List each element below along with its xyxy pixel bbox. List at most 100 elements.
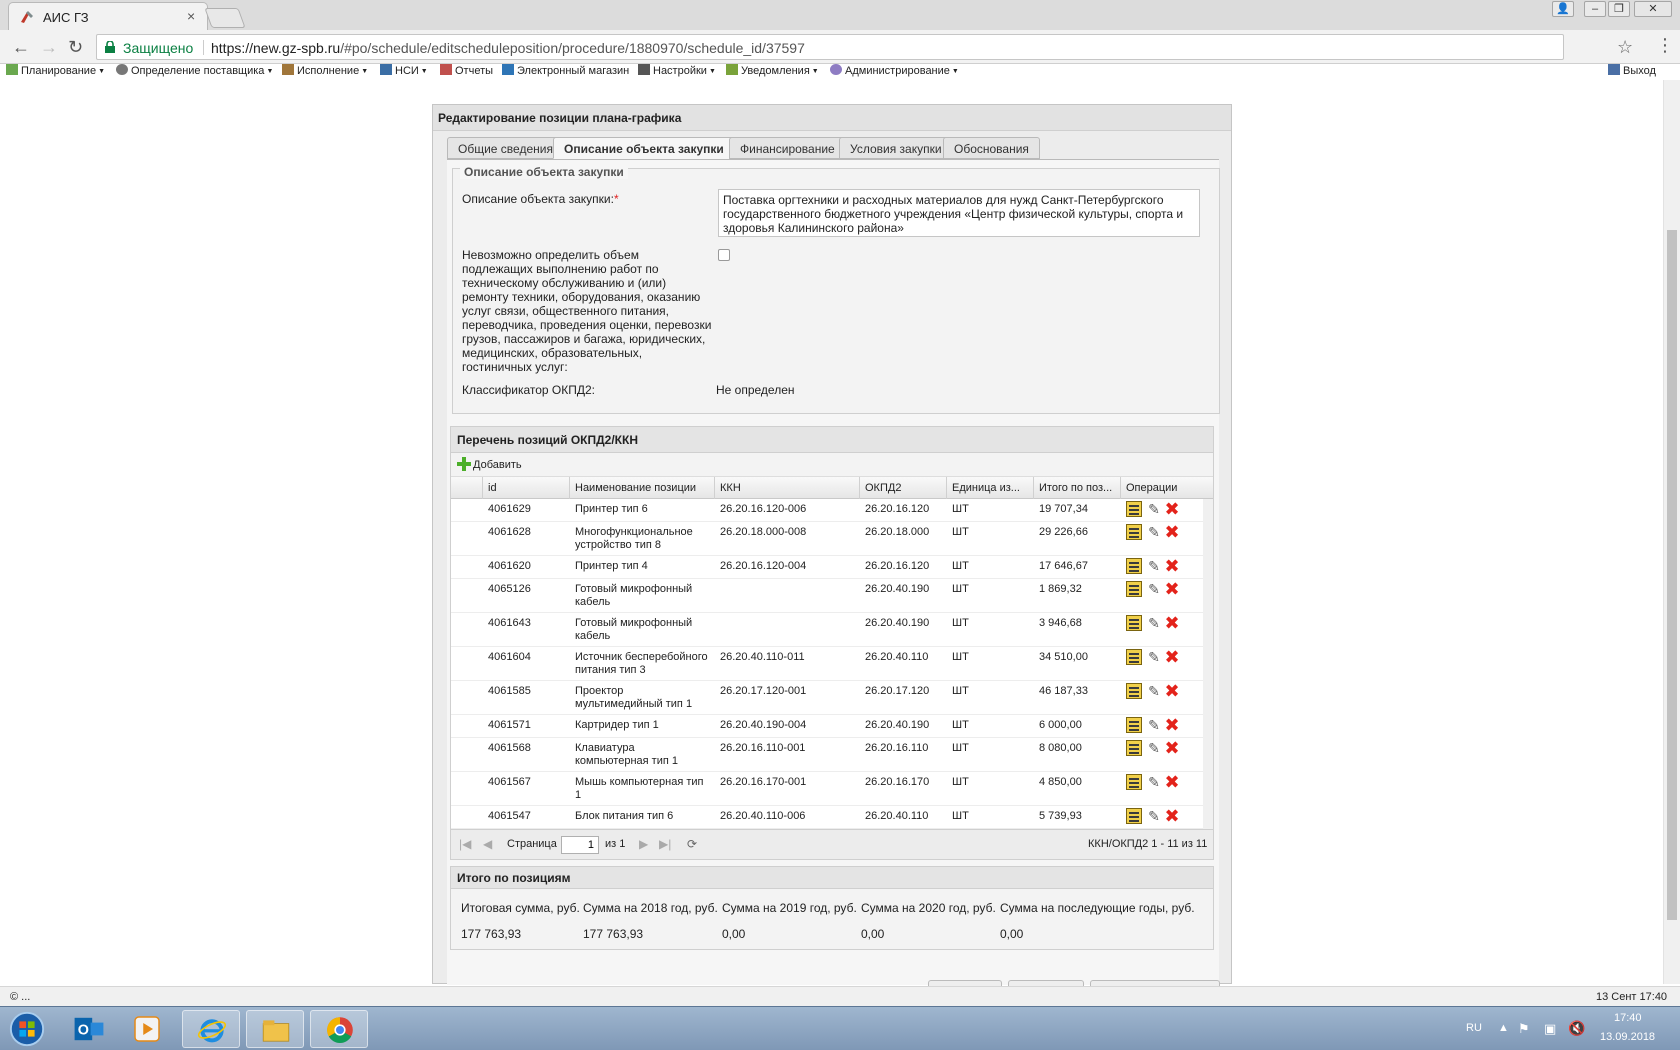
page-scrollbar-thumb[interactable]: [1667, 230, 1677, 920]
taskbar-explorer[interactable]: [246, 1010, 304, 1048]
menu-item-settings[interactable]: Настройки ▼: [638, 64, 716, 77]
tab-conditions[interactable]: Условия закупки: [839, 137, 953, 159]
table-row[interactable]: 4061585 Проектор мультимедийный тип 1 26.2…: [451, 681, 1213, 715]
column-header-unit[interactable]: Единица из...: [947, 477, 1034, 499]
delete-icon[interactable]: ✖: [1164, 648, 1180, 666]
browser-menu-icon[interactable]: ⋮: [1656, 36, 1674, 54]
menu-item-eshop[interactable]: Электронный магазин: [502, 64, 629, 77]
view-document-icon[interactable]: [1126, 615, 1142, 631]
column-header-okpd[interactable]: ОКПД2: [860, 477, 947, 499]
view-document-icon[interactable]: [1126, 740, 1142, 756]
table-row[interactable]: 4065126 Готовый микрофонный кабель 26.20.4…: [451, 579, 1213, 613]
reload-icon[interactable]: ↻: [68, 38, 83, 56]
table-row[interactable]: 4061567 Мышь компьютерная тип 1 26.20.16.1…: [451, 772, 1213, 806]
first-page-icon[interactable]: |◀: [459, 837, 471, 851]
delete-icon[interactable]: ✖: [1164, 500, 1180, 518]
table-row[interactable]: 4061643 Готовый микрофонный кабель 26.20.4…: [451, 613, 1213, 647]
tab-description[interactable]: Описание объекта закупки: [553, 137, 735, 159]
menu-item-planning[interactable]: Планирование ▼: [6, 64, 105, 77]
taskbar-media[interactable]: [118, 1010, 176, 1048]
table-row[interactable]: 4061547 Блок питания тип 6 26.20.40.110-00…: [451, 806, 1213, 829]
edit-pencil-icon[interactable]: ✎: [1146, 683, 1162, 699]
description-textarea[interactable]: Поставка оргтехники и расходных материал…: [718, 189, 1200, 237]
edit-pencil-icon[interactable]: ✎: [1146, 774, 1162, 790]
delete-icon[interactable]: ✖: [1164, 739, 1180, 757]
edit-pencil-icon[interactable]: ✎: [1146, 501, 1162, 517]
view-document-icon[interactable]: [1126, 581, 1142, 597]
refresh-icon[interactable]: ⟳: [687, 837, 697, 851]
menu-item-supplier[interactable]: Определение поставщика ▼: [116, 64, 273, 77]
exit-link[interactable]: Выход: [1608, 64, 1656, 77]
menu-item-nsi[interactable]: НСИ ▼: [380, 64, 428, 77]
column-header-id[interactable]: id: [483, 477, 570, 499]
table-row[interactable]: 4061620 Принтер тип 4 26.20.16.120-004 26.2…: [451, 556, 1213, 579]
table-row[interactable]: 4061568 Клавиатура компьютерная тип 1 26.2…: [451, 738, 1213, 772]
tab-general[interactable]: Общие сведения: [447, 137, 564, 159]
start-button[interactable]: [2, 1010, 52, 1048]
menu-item-reports[interactable]: Отчеты: [440, 64, 493, 77]
delete-icon[interactable]: ✖: [1164, 682, 1180, 700]
view-document-icon[interactable]: [1126, 524, 1142, 540]
new-tab-button[interactable]: [204, 8, 246, 28]
table-row[interactable]: 4061628 Многофункциональное устройство ти…: [451, 522, 1213, 556]
show-hidden-icons[interactable]: ▲: [1498, 1022, 1509, 1034]
volume-undetermined-checkbox[interactable]: [718, 249, 730, 261]
next-page-icon[interactable]: ▶: [639, 837, 648, 851]
back-icon[interactable]: ←: [12, 38, 30, 56]
taskbar-outlook[interactable]: O: [60, 1010, 118, 1048]
column-header-name[interactable]: Наименование позиции: [570, 477, 715, 499]
taskbar-ie[interactable]: [182, 1010, 240, 1048]
tab-financing[interactable]: Финансирование: [729, 137, 846, 159]
edit-pencil-icon[interactable]: ✎: [1146, 740, 1162, 756]
view-document-icon[interactable]: [1126, 774, 1142, 790]
edit-pencil-icon[interactable]: ✎: [1146, 558, 1162, 574]
delete-icon[interactable]: ✖: [1164, 716, 1180, 734]
column-header-total[interactable]: Итого по поз...: [1034, 477, 1121, 499]
add-button[interactable]: Добавить: [457, 457, 522, 471]
view-document-icon[interactable]: [1126, 501, 1142, 517]
page-scrollbar[interactable]: [1663, 80, 1680, 984]
view-document-icon[interactable]: [1126, 717, 1142, 733]
edit-pencil-icon[interactable]: ✎: [1146, 581, 1162, 597]
table-row[interactable]: 4061571 Картридер тип 1 26.20.40.190-004 26…: [451, 715, 1213, 738]
edit-pencil-icon[interactable]: ✎: [1146, 615, 1162, 631]
column-header-kkn[interactable]: ККН: [715, 477, 860, 499]
table-row[interactable]: 4061604 Источник бесперебойного питания т…: [451, 647, 1213, 681]
volume-icon[interactable]: 🔇: [1568, 1020, 1585, 1037]
edit-pencil-icon[interactable]: ✎: [1146, 808, 1162, 824]
forward-icon[interactable]: →: [40, 38, 58, 56]
view-document-icon[interactable]: [1126, 558, 1142, 574]
url-text[interactable]: https://new.gz-spb.ru/#po/schedule/edits…: [211, 40, 805, 56]
edit-pencil-icon[interactable]: ✎: [1146, 524, 1162, 540]
network-icon[interactable]: ▣: [1544, 1021, 1556, 1037]
view-document-icon[interactable]: [1126, 808, 1142, 824]
delete-icon[interactable]: ✖: [1164, 580, 1180, 598]
delete-icon[interactable]: ✖: [1164, 557, 1180, 575]
minimize-button[interactable]: –: [1584, 1, 1606, 17]
tab-close-icon[interactable]: ×: [187, 8, 195, 24]
action-center-icon[interactable]: ⚑: [1518, 1021, 1530, 1037]
close-window-button[interactable]: ✕: [1634, 1, 1672, 17]
prev-page-icon[interactable]: ◀: [483, 837, 492, 851]
menu-item-admin[interactable]: Администрирование ▼: [830, 64, 959, 77]
edit-pencil-icon[interactable]: ✎: [1146, 717, 1162, 733]
address-bar[interactable]: Защищено https://new.gz-spb.ru/#po/sched…: [96, 34, 1633, 60]
delete-icon[interactable]: ✖: [1164, 614, 1180, 632]
profile-button[interactable]: 👤: [1552, 1, 1574, 17]
view-document-icon[interactable]: [1126, 649, 1142, 665]
menu-item-execution[interactable]: Исполнение ▼: [282, 64, 368, 77]
grid-scrollbar[interactable]: [1203, 499, 1213, 829]
page-number-input[interactable]: [561, 836, 599, 854]
taskbar-chrome[interactable]: [310, 1010, 368, 1048]
menu-item-notifications[interactable]: Уведомления ▼: [726, 64, 819, 77]
delete-icon[interactable]: ✖: [1164, 523, 1180, 541]
table-row[interactable]: 4061629 Принтер тип 6 26.20.16.120-006 26.2…: [451, 499, 1213, 522]
delete-icon[interactable]: ✖: [1164, 807, 1180, 825]
bookmark-star-icon[interactable]: ☆: [1617, 37, 1633, 58]
language-indicator[interactable]: RU: [1466, 1022, 1482, 1034]
maximize-button[interactable]: ❐: [1608, 1, 1630, 17]
edit-pencil-icon[interactable]: ✎: [1146, 649, 1162, 665]
tab-justification[interactable]: Обоснования: [943, 137, 1040, 159]
delete-icon[interactable]: ✖: [1164, 773, 1180, 791]
last-page-icon[interactable]: ▶|: [659, 837, 671, 851]
